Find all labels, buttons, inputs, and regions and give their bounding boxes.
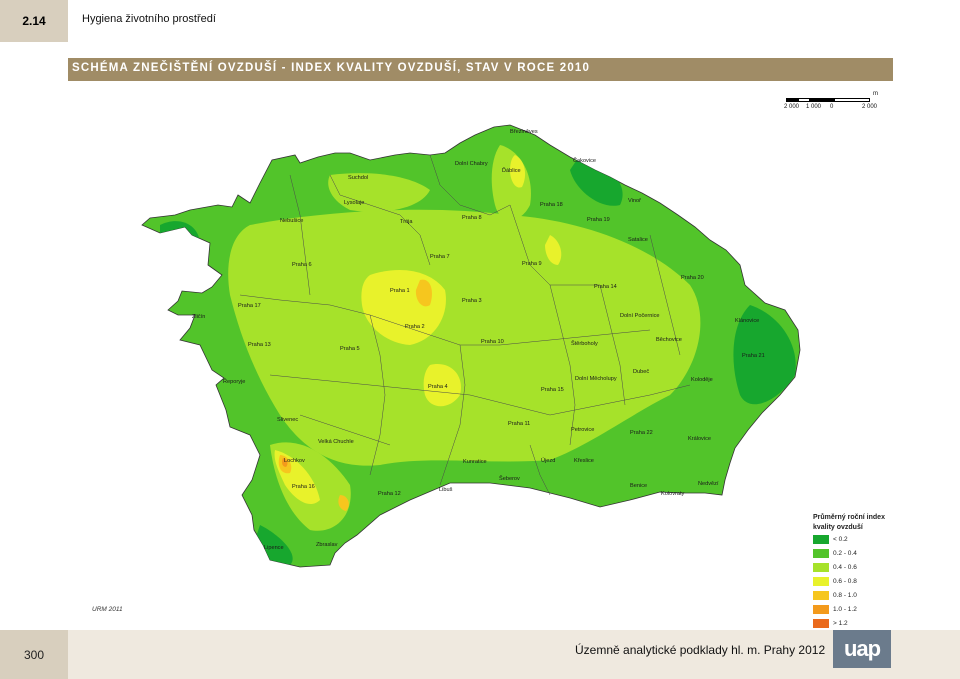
district-label: Praha 4 — [428, 384, 448, 390]
prague-air-quality-map: Březiněves Dolní Chabry Ďáblice Čakovice… — [130, 115, 810, 590]
district-label: Dubeč — [633, 369, 650, 375]
district-label: Štěrboholy — [571, 341, 598, 347]
district-label: Praha 14 — [594, 284, 617, 290]
legend-swatch — [813, 577, 829, 586]
district-label: Kunratice — [463, 459, 487, 465]
district-label: Kolovraty — [661, 491, 685, 497]
district-label: Satalice — [628, 237, 648, 243]
district-label: Libuš — [439, 487, 453, 493]
map-title: SCHÉMA ZNEČIŠTĚNÍ OVZDUŠÍ - INDEX KVALIT… — [72, 62, 591, 74]
legend-item: 0.4 - 0.6 — [813, 563, 933, 575]
district-label: Klánovice — [735, 318, 760, 324]
legend-item: < 0.2 — [813, 535, 933, 547]
district-label: Zličín — [192, 314, 206, 320]
scale-label: 0 — [830, 104, 834, 110]
district-label: Petrovice — [571, 427, 595, 433]
scale-unit: m — [873, 91, 878, 97]
district-label: Praha 9 — [522, 261, 542, 267]
legend-item: 0.6 - 0.8 — [813, 577, 933, 589]
scale-label: 2 000 — [862, 104, 878, 110]
district-label: Koloděje — [691, 377, 713, 383]
page-footer: 300 Územně analytické podklady hl. m. Pr… — [0, 630, 960, 679]
scale-segment — [786, 98, 798, 102]
legend-swatch — [813, 563, 829, 572]
district-label: Čakovice — [573, 158, 597, 164]
district-label: Nebušice — [280, 218, 304, 224]
page-header: 2.14 Hygiena životního prostředí — [0, 0, 960, 42]
page-number: 300 — [0, 630, 68, 679]
legend-item: 0.2 - 0.4 — [813, 549, 933, 561]
legend-title: Průměrný roční index — [813, 514, 885, 521]
district-label: Újezd — [541, 458, 556, 464]
district-label: Slivenec — [277, 417, 299, 423]
district-label: Praha 18 — [540, 202, 563, 208]
map-title-bar: SCHÉMA ZNEČIŠTĚNÍ OVZDUŠÍ - INDEX KVALIT… — [68, 58, 893, 81]
district-label: Velká Chuchle — [318, 439, 354, 445]
legend-item: 0.8 - 1.0 — [813, 591, 933, 603]
district-label: Praha 1 — [390, 288, 410, 294]
legend-swatch — [813, 605, 829, 614]
district-label: Ďáblice — [502, 168, 521, 174]
district-label: Praha 7 — [430, 254, 450, 260]
legend-swatch — [813, 535, 829, 544]
district-label: Suchdol — [348, 175, 369, 181]
scale-segment — [810, 98, 834, 102]
district-label: Dolní Chabry — [455, 161, 488, 167]
district-label: Dolní Měcholupy — [575, 376, 617, 382]
district-label: Zbraslav — [316, 542, 338, 548]
section-number: 2.14 — [0, 0, 68, 42]
district-label: Praha 10 — [481, 339, 504, 345]
district-label: Praha 11 — [508, 421, 531, 427]
map-legend: Průměrný roční index kvality ovzduší < 0… — [813, 513, 933, 631]
district-label: Praha 15 — [541, 387, 564, 393]
district-label: Praha 6 — [292, 262, 312, 268]
publication-title: Územně analytické podklady hl. m. Prahy … — [575, 643, 826, 657]
scale-label: 1 000 — [806, 104, 822, 110]
district-label: Lochkov — [284, 458, 305, 464]
district-label: Dolní Počernice — [620, 313, 660, 319]
legend-item: 1.0 - 1.2 — [813, 605, 933, 617]
district-label: Praha 8 — [462, 215, 482, 221]
district-label: Řeporyje — [223, 379, 246, 385]
legend-swatch — [813, 591, 829, 600]
district-label: Praha 16 — [292, 484, 315, 490]
legend-swatch — [813, 619, 829, 628]
district-label: Praha 17 — [238, 303, 261, 309]
district-label: Lipence — [264, 545, 284, 551]
district-label: Benice — [630, 483, 648, 489]
scale-segment — [798, 98, 810, 102]
district-label: Březiněves — [510, 129, 538, 135]
district-label: Nedvězí — [698, 481, 719, 487]
district-label: Praha 22 — [630, 430, 653, 436]
district-label: Praha 5 — [340, 346, 360, 352]
district-label: Běchovice — [656, 337, 682, 343]
district-label: Lysolaje — [344, 200, 365, 206]
district-label: Trója — [400, 219, 413, 225]
scale-bar: m 2 000 1 000 0 2 000 — [784, 91, 886, 115]
section-title: Hygiena životního prostředí — [82, 13, 216, 25]
uap-logo: uap — [833, 630, 891, 668]
legend-swatch — [813, 549, 829, 558]
district-label: Šeberov — [499, 476, 520, 482]
district-label: Vinoř — [628, 198, 641, 204]
district-label: Praha 19 — [587, 217, 610, 223]
scale-label: 2 000 — [784, 104, 800, 110]
map-canvas — [141, 124, 801, 568]
district-label: Praha 2 — [405, 324, 425, 330]
district-label: Praha 21 — [742, 353, 765, 359]
source-note: URM 2011 — [92, 606, 123, 613]
district-label: Praha 13 — [248, 342, 271, 348]
legend-subtitle: kvality ovzduší — [813, 524, 863, 531]
district-label: Praha 3 — [462, 298, 482, 304]
district-label: Křeslice — [574, 458, 594, 464]
district-label: Praha 20 — [681, 275, 704, 281]
district-label: Praha 12 — [378, 491, 401, 497]
district-label: Královice — [688, 436, 712, 442]
